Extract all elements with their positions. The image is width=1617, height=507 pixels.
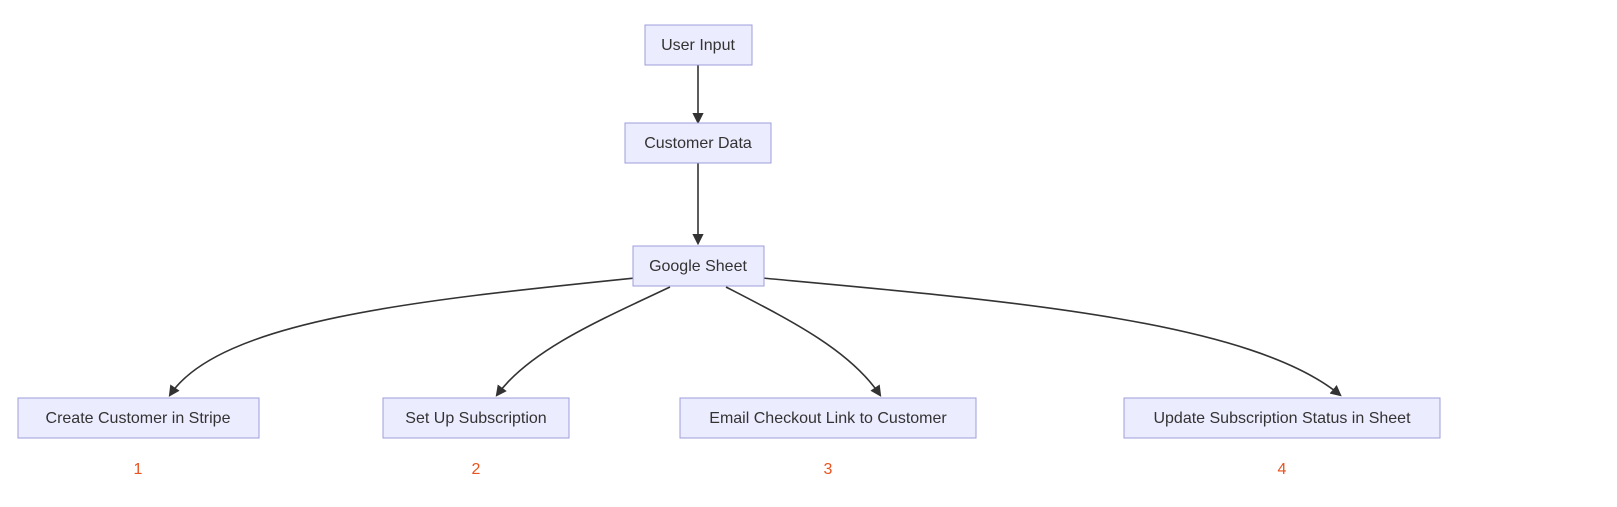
node-update-subscription-status: Update Subscription Status in Sheet (1124, 398, 1440, 438)
node-create-customer-stripe: Create Customer in Stripe (18, 398, 259, 438)
node-email-checkout-link: Email Checkout Link to Customer (680, 398, 976, 438)
node-setup-subscription-label: Set Up Subscription (405, 410, 546, 427)
node-create-customer-stripe-label: Create Customer in Stripe (46, 410, 231, 427)
edge-c-g (762, 278, 1340, 395)
node-user-input-label: User Input (661, 37, 735, 54)
node-customer-data: Customer Data (625, 123, 771, 163)
order-label-4: 4 (1278, 461, 1287, 478)
edge-c-e (497, 287, 670, 395)
flowchart-canvas: User Input Customer Data Google Sheet Cr… (0, 0, 1617, 507)
order-label-2: 2 (472, 461, 481, 478)
node-google-sheet-label: Google Sheet (649, 258, 747, 275)
node-user-input: User Input (645, 25, 752, 65)
node-update-subscription-status-label: Update Subscription Status in Sheet (1153, 410, 1411, 427)
order-label-3: 3 (824, 461, 833, 478)
edge-c-f (726, 287, 880, 395)
node-setup-subscription: Set Up Subscription (383, 398, 569, 438)
node-email-checkout-link-label: Email Checkout Link to Customer (709, 410, 947, 427)
node-google-sheet: Google Sheet (633, 246, 764, 286)
node-customer-data-label: Customer Data (644, 135, 752, 152)
order-label-1: 1 (134, 461, 143, 478)
edge-c-d (170, 278, 635, 395)
